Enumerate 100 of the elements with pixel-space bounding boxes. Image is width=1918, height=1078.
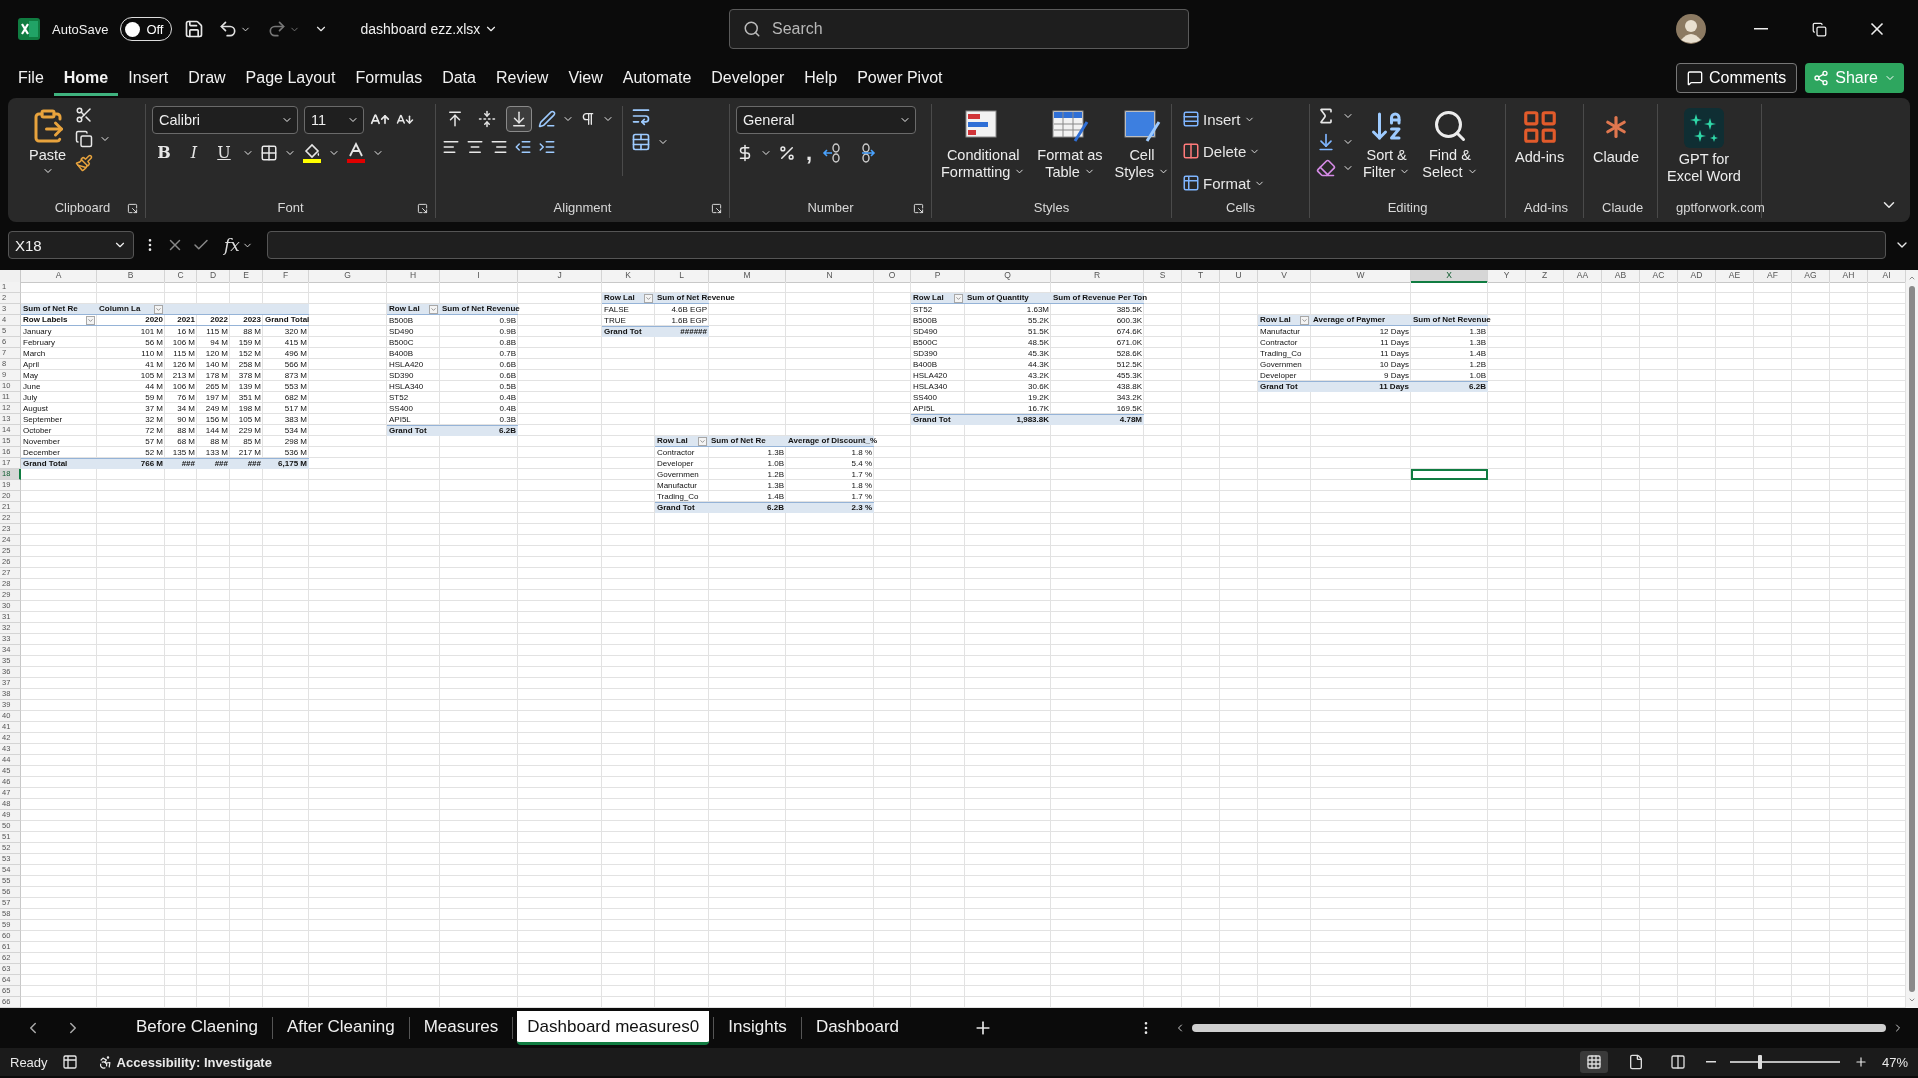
menu-tab[interactable]: Data <box>432 60 486 96</box>
normal-view-button[interactable] <box>1579 1051 1608 1073</box>
accessibility-button[interactable]: Accessibility: Investigate <box>91 1053 278 1071</box>
find-select-button[interactable]: Find & Select <box>1419 106 1481 183</box>
paste-button[interactable]: Paste <box>26 106 70 183</box>
menu-tab[interactable]: Developer <box>701 60 795 96</box>
wrap-text-icon[interactable] <box>631 106 651 126</box>
cut-icon[interactable] <box>75 106 94 124</box>
dialog-launcher-icon[interactable] <box>417 202 428 214</box>
fill-color-icon[interactable] <box>302 141 322 164</box>
search-field[interactable]: Search <box>729 9 1189 49</box>
decrease-indent-icon[interactable] <box>514 138 532 156</box>
format-painter-icon[interactable] <box>75 154 94 172</box>
increase-indent-icon[interactable] <box>538 138 556 156</box>
menu-tab[interactable]: Review <box>485 60 559 96</box>
underline-button[interactable]: U <box>212 140 236 165</box>
macro-icon[interactable] <box>61 1054 78 1070</box>
styles-button[interactable]: Cell Styles <box>1111 106 1173 183</box>
table-cell: 229 M <box>238 425 261 436</box>
copy-icon[interactable] <box>75 130 94 148</box>
cells-button[interactable]: Format <box>1178 170 1269 196</box>
zoom-in-icon[interactable] <box>1853 1055 1868 1069</box>
zoom-thumb[interactable] <box>1757 1055 1762 1069</box>
toggle-knob <box>125 21 141 37</box>
cells-button[interactable]: Insert <box>1178 106 1269 132</box>
cells-button[interactable]: Delete <box>1178 138 1269 164</box>
vertical-scrollbar[interactable] <box>1906 270 1918 1008</box>
table-cell: 140 M <box>205 359 228 370</box>
table-cell: 135 M <box>172 447 195 458</box>
avatar-icon[interactable] <box>1676 14 1706 44</box>
bold-button[interactable]: B <box>152 140 176 165</box>
menu-tab[interactable]: Page Layout <box>235 60 346 96</box>
table-cell: 682 M <box>284 392 307 403</box>
styles-button[interactable]: Conditional Formatting <box>938 106 1029 183</box>
table-cell: 0.7B <box>499 348 516 359</box>
menu-tab[interactable]: File <box>8 60 54 96</box>
number-format-dropdown[interactable]: General <box>736 106 916 134</box>
font-color-icon[interactable] <box>346 141 366 164</box>
insert-function-button[interactable]: fx <box>218 234 259 256</box>
align-right-icon[interactable] <box>490 138 508 156</box>
table-cell: 169.5K <box>1116 403 1142 414</box>
sheet-tab[interactable]: Insights <box>718 1011 797 1045</box>
table-cell: 1.3B <box>1469 337 1486 348</box>
group-label: Styles <box>1032 199 1071 217</box>
menu-tab[interactable]: Insert <box>118 60 179 96</box>
dialog-launcher-icon[interactable] <box>913 202 924 214</box>
eraser-icon[interactable] <box>1316 158 1336 178</box>
align-left-icon[interactable] <box>442 138 460 156</box>
percent-icon[interactable] <box>778 144 796 162</box>
table-cell: SD490 <box>389 326 414 337</box>
dialog-launcher-icon[interactable] <box>711 202 722 214</box>
menu-tab[interactable]: Draw <box>178 60 236 96</box>
comma-style-button[interactable]: , <box>802 140 817 166</box>
sheet-tab[interactable]: After Cleaning <box>276 1011 405 1045</box>
menu-tab[interactable]: Automate <box>612 60 702 96</box>
menu-tab[interactable]: Power Pivot <box>847 60 953 96</box>
menu-tab[interactable]: Home <box>53 60 119 96</box>
table-cell: 34 M <box>177 403 195 414</box>
italic-button[interactable]: I <box>182 140 206 165</box>
formula-field[interactable] <box>266 231 1886 259</box>
gpt-button[interactable]: GPT for Excel Word <box>1664 106 1744 187</box>
file-name-button[interactable]: dashboard ezz.xlsx <box>354 20 505 38</box>
caret-icon <box>645 294 652 302</box>
merge-cells-icon[interactable] <box>631 132 651 152</box>
font-size-dropdown[interactable]: 11 <box>304 106 364 134</box>
save-icon[interactable] <box>184 19 205 39</box>
pilcrow-icon[interactable] <box>580 111 596 127</box>
scrollbar-thumb[interactable] <box>1909 286 1915 992</box>
bottom-align-button[interactable] <box>506 106 532 132</box>
sort-filter-button[interactable]: Sort & Filter <box>1360 106 1414 183</box>
table-cell: 320 M <box>284 326 307 337</box>
sheet-tab[interactable]: Dashboard <box>805 1011 910 1045</box>
table-cell: 133 M <box>205 447 228 458</box>
sheet-tab[interactable]: Before Claening <box>126 1011 268 1045</box>
zoom-reading: 47% <box>1881 1054 1908 1070</box>
claude-button[interactable]: Claude <box>1590 106 1642 168</box>
table-cell: 378 M <box>238 370 261 381</box>
menu-tab[interactable]: Formulas <box>345 60 433 96</box>
table-heading: Row Labels <box>23 315 68 325</box>
borders-icon[interactable] <box>260 143 278 162</box>
dialog-launcher-icon[interactable] <box>127 202 138 214</box>
scroll-down-icon[interactable] <box>1908 996 1916 1004</box>
table-cell: SS400 <box>389 403 414 414</box>
pen-icon[interactable] <box>538 110 556 128</box>
menu-tab[interactable]: View <box>558 60 613 96</box>
font-name-dropdown[interactable]: Calibri <box>152 106 298 134</box>
table-heading: Average of Discount_% <box>788 436 878 446</box>
sheet-tab[interactable]: Dashboard measures0 <box>517 1011 710 1045</box>
comments-button[interactable]: Comments <box>1675 63 1798 93</box>
fill-down-icon[interactable] <box>1316 132 1336 152</box>
styles-button[interactable]: Format as Table <box>1034 106 1106 183</box>
table-cell: 512.5K <box>1116 359 1142 370</box>
scroll-up-icon[interactable] <box>1908 274 1916 282</box>
table-heading: Grand Total <box>265 315 310 325</box>
menu-tab[interactable]: Help <box>794 60 848 96</box>
sheet-tab[interactable]: Measures <box>413 1011 509 1045</box>
add-ins-button[interactable]: Add-ins <box>1512 106 1568 168</box>
scrollbar-thumb[interactable] <box>1192 1024 1886 1032</box>
align-center-icon[interactable] <box>466 138 484 156</box>
name-box[interactable]: X18 <box>8 231 134 259</box>
